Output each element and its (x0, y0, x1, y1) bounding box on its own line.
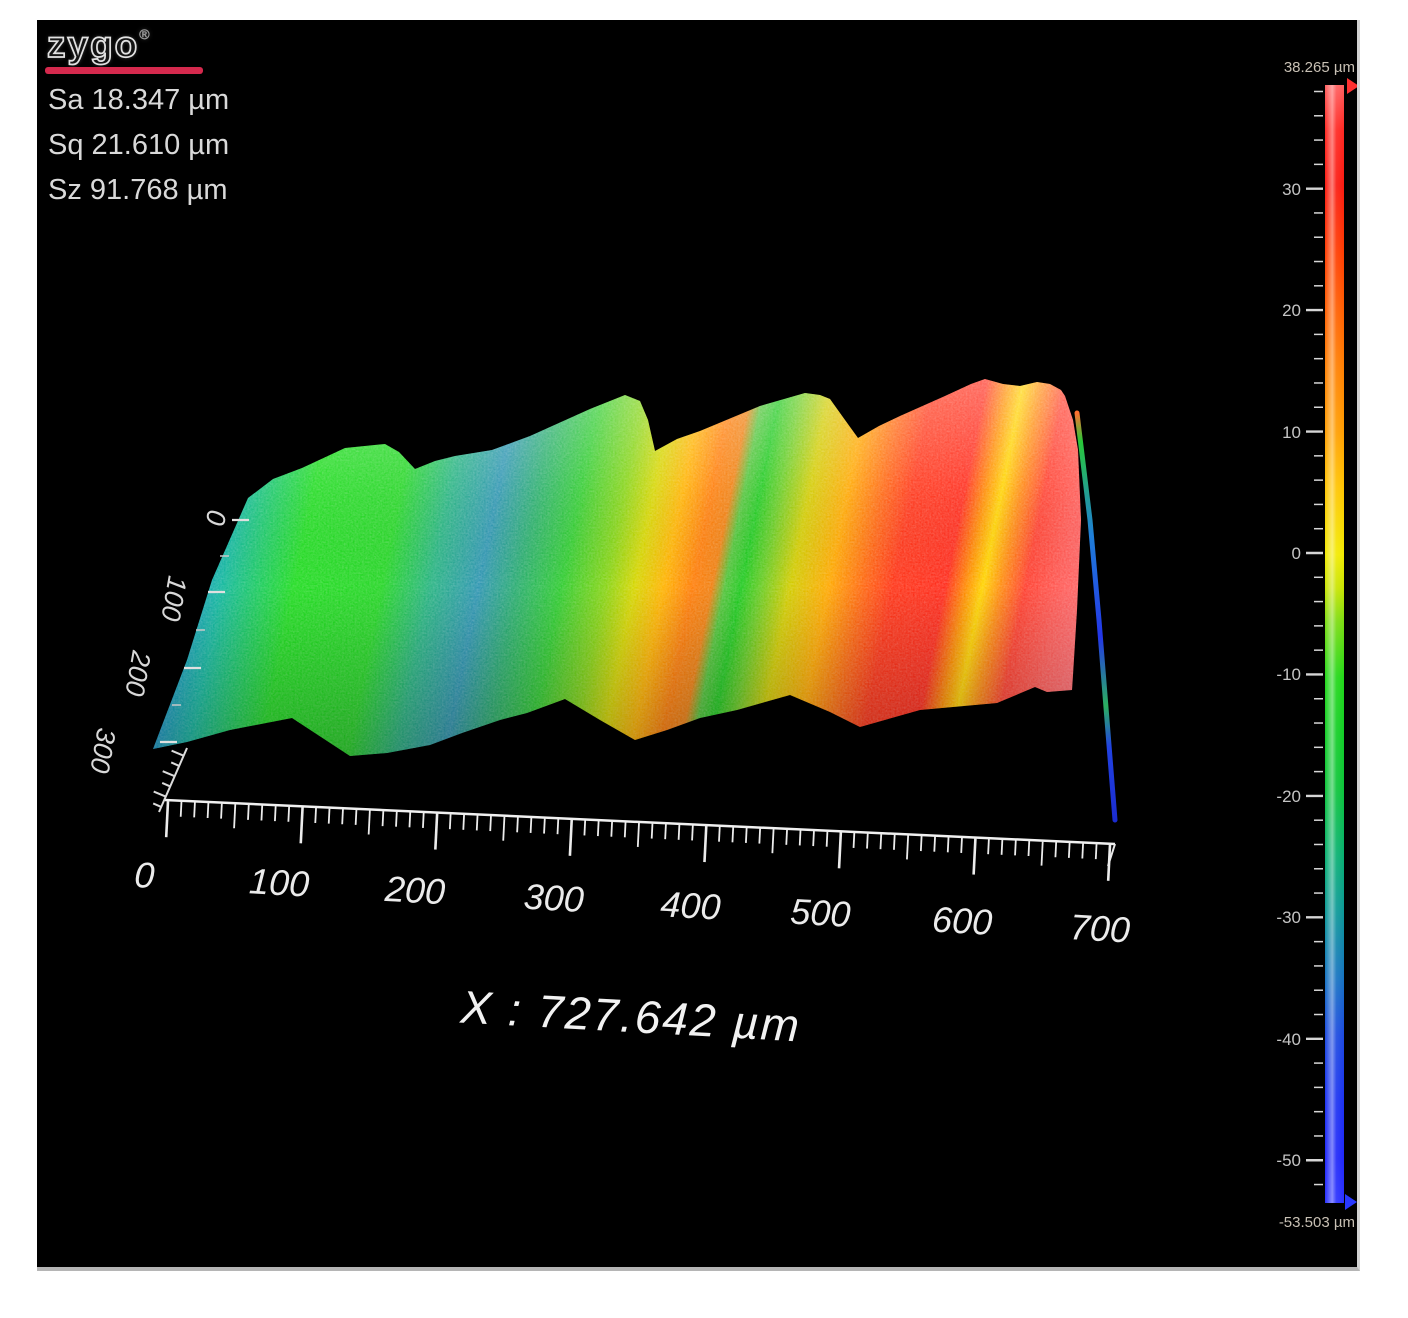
y-tick-label-0: 0 (200, 508, 232, 528)
surface-3d (153, 379, 1118, 823)
surface-shading (153, 379, 1081, 756)
cbar-label-n40: -40 (1276, 1030, 1301, 1049)
x-tick-label-700: 700 (1069, 906, 1131, 950)
colorbar: 38.265 µm -53.503 µm 30 20 10 0 -10 -20 … (1276, 59, 1357, 1231)
cbar-label-n10: -10 (1276, 665, 1301, 684)
colorbar-tick-labels: 30 20 10 0 -10 -20 -30 -40 -50 (1276, 180, 1301, 1170)
x-tick-label-0: 0 (133, 854, 155, 896)
x-tick-label-400: 400 (659, 883, 721, 927)
plot-canvas: zygo® Sa 18.347 µm Sq 21.610 µm Sz 91.76… (37, 20, 1360, 1271)
colorbar-min-label: -53.503 µm (1279, 1214, 1355, 1231)
cbar-label-30: 30 (1282, 180, 1301, 199)
colorbar-min-marker-icon (1345, 1194, 1357, 1210)
x-tick-label-200: 200 (383, 868, 446, 912)
colorbar-ticks (1306, 90, 1323, 1186)
y-tick-label-200: 200 (119, 648, 157, 699)
surface-right-drop-edge (1074, 410, 1118, 823)
x-tick-label-100: 100 (248, 860, 310, 904)
cbar-label-20: 20 (1282, 301, 1301, 320)
x-length-caption: X : 727.642 µm (458, 980, 802, 1051)
x-ruler-edge (164, 798, 1116, 846)
y-tick-label-100: 100 (155, 574, 192, 624)
colorbar-max-label: 38.265 µm (1284, 59, 1355, 76)
cbar-label-n50: -50 (1276, 1151, 1301, 1170)
page: zygo® Sa 18.347 µm Sq 21.610 µm Sz 91.76… (0, 0, 1408, 1318)
x-tick-labels: 0 100 200 300 400 500 600 700 (133, 854, 1131, 951)
cbar-label-0: 0 (1292, 544, 1301, 563)
x-tick-label-600: 600 (931, 899, 993, 943)
surface-plot-svg: 0 100 200 300 400 500 600 700 X : 727.64… (84, 59, 1357, 1231)
x-tick-label-300: 300 (523, 876, 585, 920)
colorbar-max-marker-icon (1347, 78, 1357, 94)
cbar-label-n20: -20 (1276, 787, 1301, 806)
x-tick-label-500: 500 (789, 891, 851, 935)
cbar-label-10: 10 (1282, 423, 1301, 442)
y-tick-label-300: 300 (84, 726, 121, 776)
cbar-label-n30: -30 (1276, 908, 1301, 927)
colorbar-sheen (1325, 85, 1344, 1203)
